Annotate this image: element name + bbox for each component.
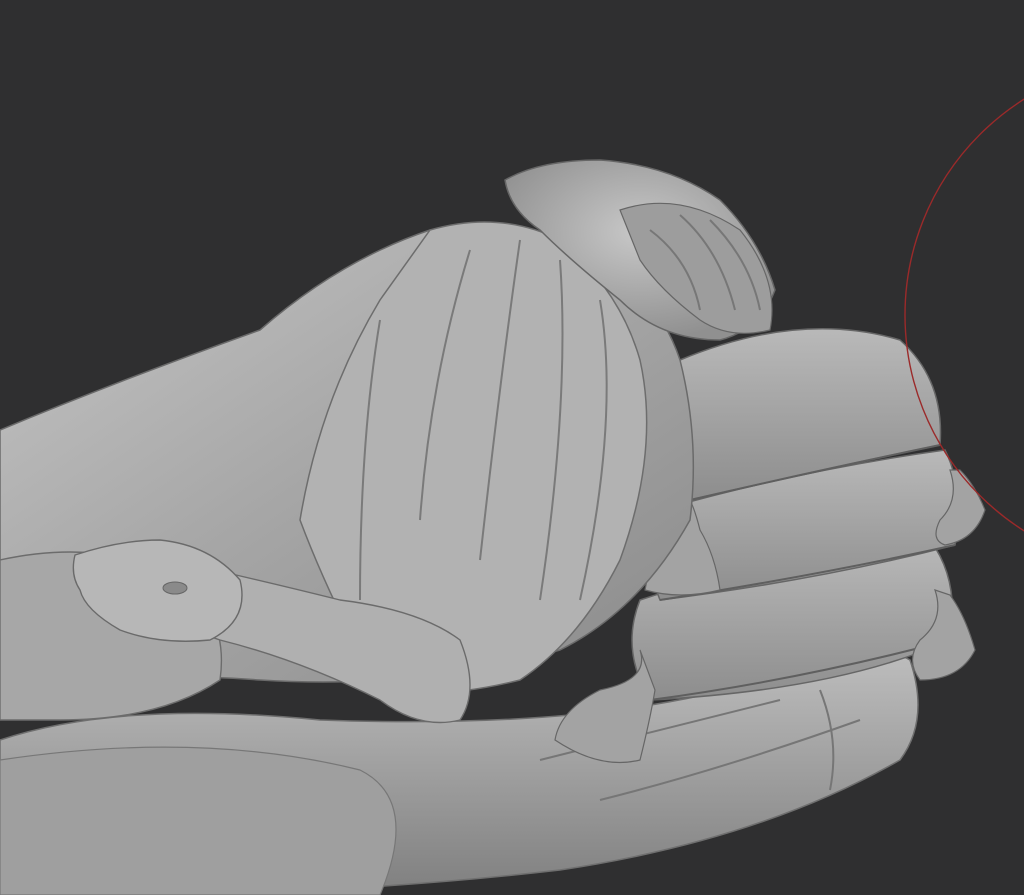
sculpt-viewport[interactable] — [0, 0, 1024, 895]
hand-wound-mesh — [162, 581, 188, 595]
sculpt-render[interactable] — [0, 0, 1024, 895]
mattress-front-mesh — [0, 746, 397, 895]
